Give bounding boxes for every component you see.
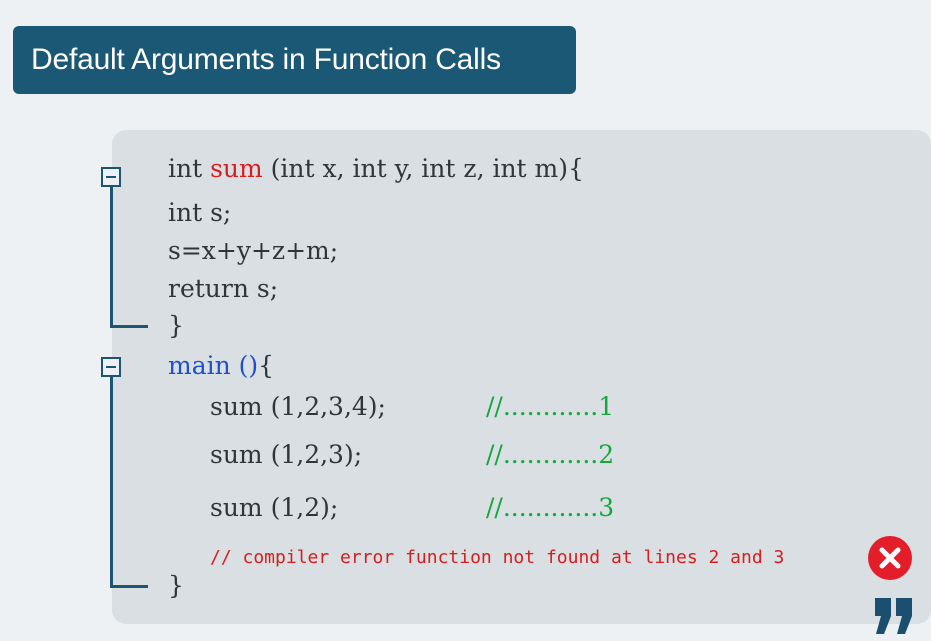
- call-comment-3: //............3: [486, 493, 615, 522]
- error-x-icon: [868, 536, 912, 580]
- opening-brace: {: [258, 351, 275, 380]
- collapse-minus-icon[interactable]: [101, 167, 121, 187]
- closing-brace: }: [168, 571, 184, 600]
- fold-guide-line: [110, 377, 113, 588]
- call-comment-2: //............2: [486, 440, 615, 469]
- code-line: int s;: [168, 198, 232, 227]
- fold-guide-end: [110, 585, 148, 588]
- call-line-1: sum (1,2,3,4);: [210, 392, 386, 421]
- call-comment-1: //............1: [486, 392, 615, 421]
- main-parens: (): [238, 351, 259, 380]
- function-name-main: main: [168, 351, 239, 380]
- call-line-2: sum (1,2,3);: [210, 440, 363, 469]
- closing-brace: }: [168, 311, 184, 340]
- fold-guide-line: [110, 187, 113, 328]
- slide-title: Default Arguments in Function Calls: [13, 26, 576, 94]
- function-name-sum: sum: [210, 154, 263, 183]
- quote-mark-icon: [872, 596, 916, 641]
- code-line-sum-signature: int sum (int x, int y, int z, int m){: [168, 154, 584, 183]
- error-comment: // compiler error function not found at …: [210, 547, 785, 568]
- code-line: return s;: [168, 274, 279, 303]
- code-line-main: main (){: [168, 351, 274, 380]
- keyword-int: int: [168, 154, 211, 183]
- call-line-3: sum (1,2);: [210, 493, 339, 522]
- code-line: s=x+y+z+m;: [168, 236, 339, 265]
- parameter-list: (int x, int y, int z, int m){: [262, 154, 584, 183]
- collapse-minus-icon[interactable]: [101, 357, 121, 377]
- fold-guide-end: [110, 325, 148, 328]
